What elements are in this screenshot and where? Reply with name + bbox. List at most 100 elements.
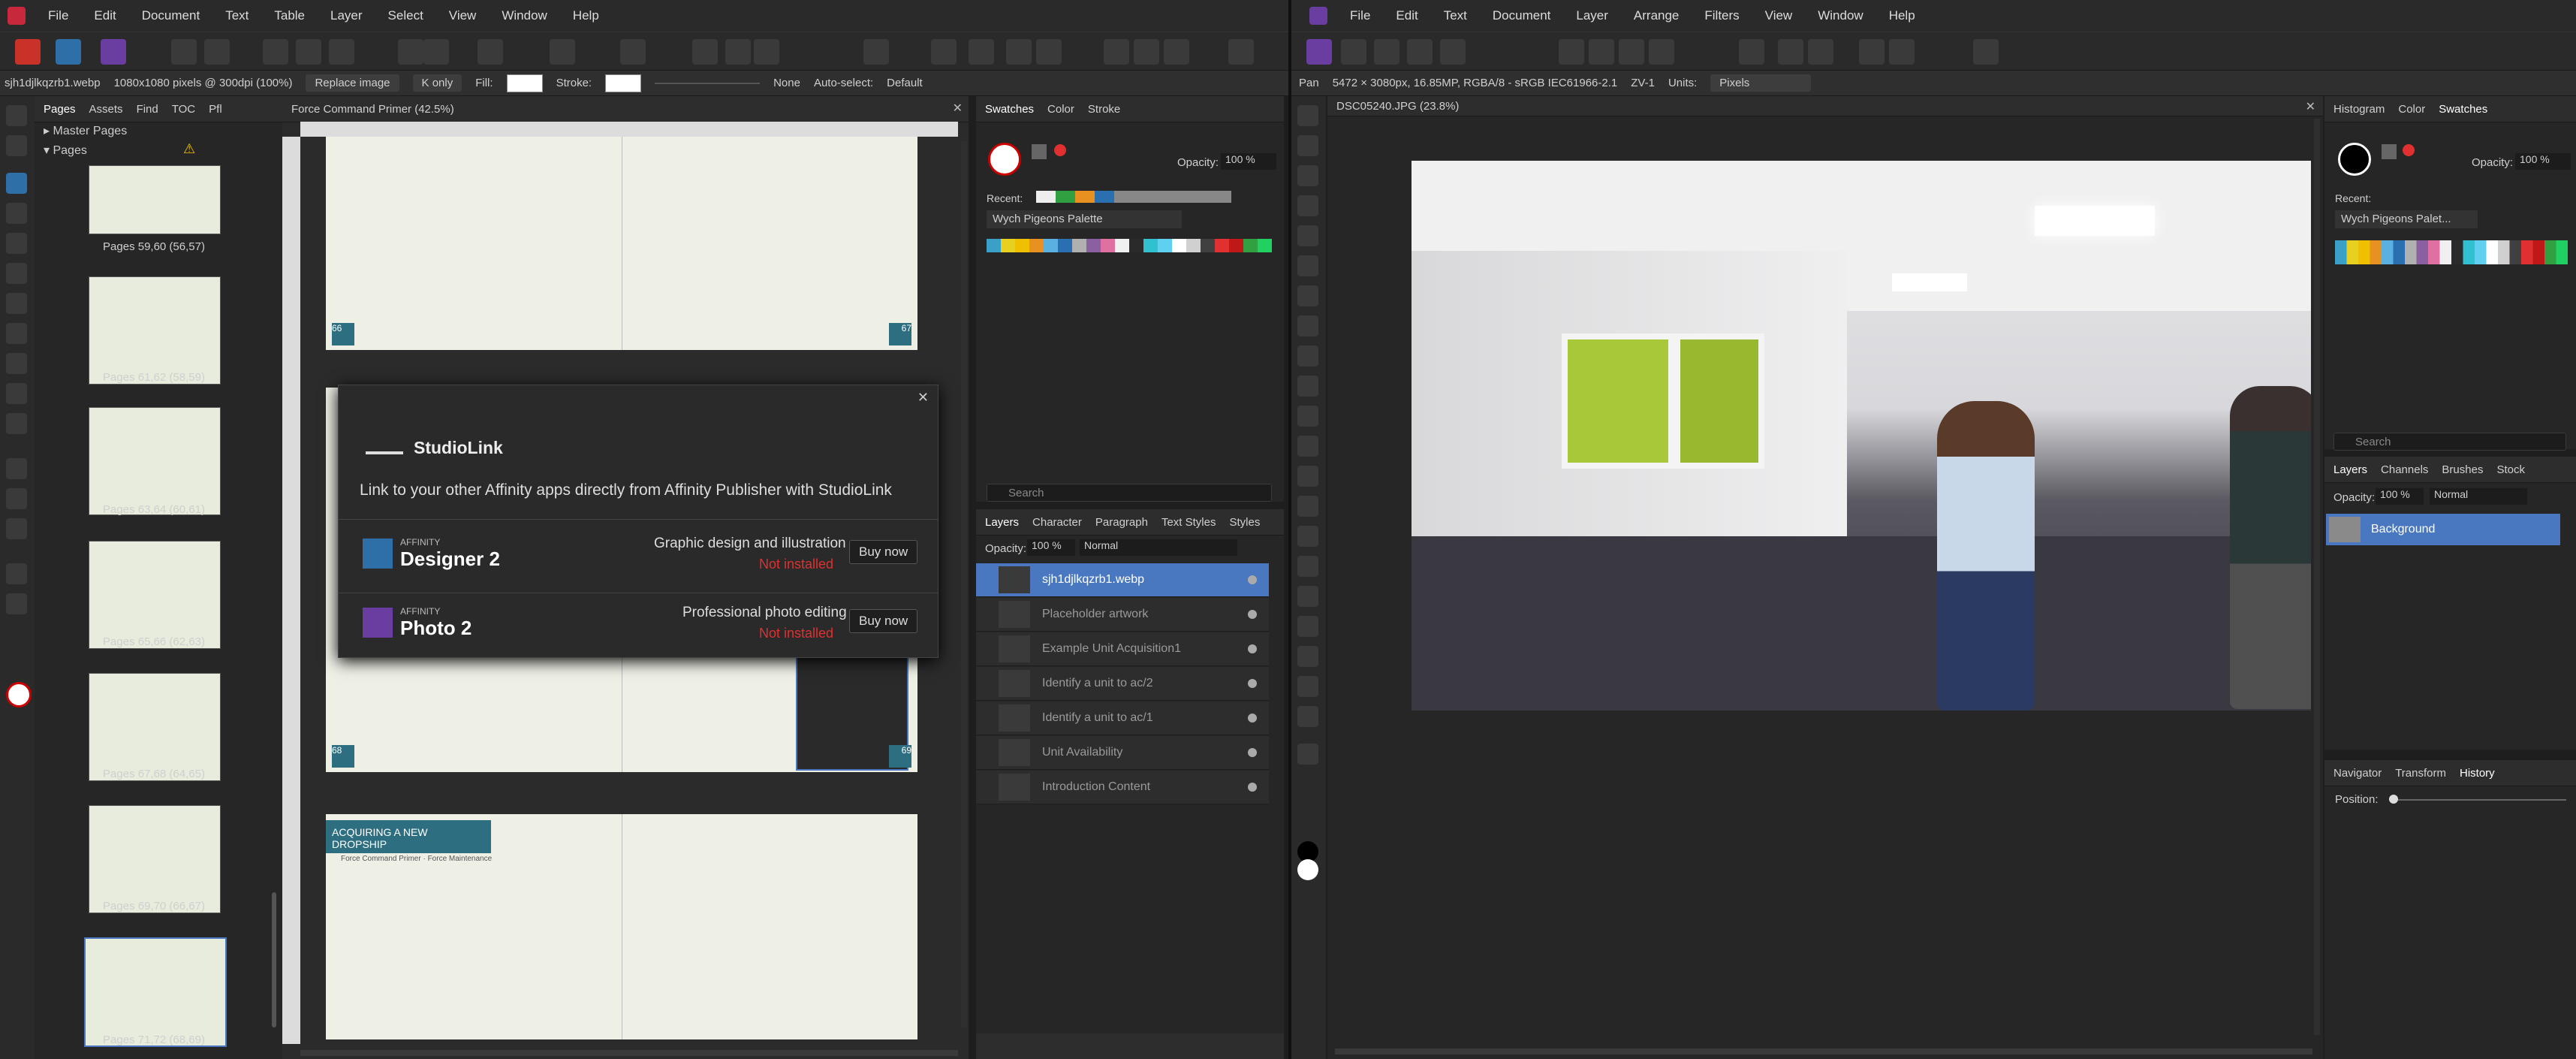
photo-persona-icon[interactable] bbox=[101, 39, 126, 65]
photo-document-close-icon[interactable]: ✕ bbox=[2306, 99, 2315, 114]
crop-tool-icon[interactable] bbox=[1297, 195, 1318, 216]
mesh-warp-tool-icon[interactable] bbox=[1297, 706, 1318, 727]
stroke-width-slider[interactable] bbox=[655, 82, 761, 84]
photo-hscrollbar[interactable] bbox=[1335, 1048, 2312, 1054]
inpainting-tool-icon[interactable] bbox=[1297, 556, 1318, 577]
tone-map-persona-icon[interactable] bbox=[1407, 39, 1433, 65]
publisher-persona-icon[interactable] bbox=[15, 39, 41, 65]
zoom-tool-icon[interactable] bbox=[6, 593, 27, 614]
settings-icon[interactable] bbox=[171, 39, 197, 65]
tab-transform[interactable]: Transform bbox=[2395, 767, 2446, 780]
spread-top[interactable]: 66 67 bbox=[326, 137, 917, 350]
layer-visibility-icon[interactable] bbox=[1248, 714, 1257, 723]
warning-icon[interactable]: ⚠ bbox=[183, 141, 195, 157]
pages-header[interactable]: ▾ Pages bbox=[44, 143, 87, 158]
quick-mask-icon[interactable] bbox=[1739, 39, 1764, 65]
text-tool-icon[interactable] bbox=[1297, 676, 1318, 697]
preflight-icon[interactable] bbox=[478, 39, 503, 65]
page-thumbnail[interactable] bbox=[89, 276, 221, 385]
palette-swatches[interactable] bbox=[2335, 240, 2568, 264]
secondary-color-icon[interactable] bbox=[1297, 859, 1318, 880]
document-hscrollbar[interactable] bbox=[300, 1050, 958, 1056]
pen-tool-icon[interactable] bbox=[1297, 616, 1318, 637]
palette-swatches[interactable] bbox=[987, 239, 1272, 252]
fill-swatch[interactable] bbox=[506, 74, 543, 92]
tab-toc[interactable]: TOC bbox=[172, 103, 195, 116]
blur-tool-icon[interactable] bbox=[1297, 526, 1318, 547]
tab-layers[interactable]: Layers bbox=[985, 516, 1019, 529]
boolean-int-icon[interactable] bbox=[754, 39, 779, 65]
snap2-icon[interactable] bbox=[423, 39, 449, 65]
menu-select[interactable]: Select bbox=[388, 8, 423, 23]
replace-image-button[interactable]: Replace image bbox=[306, 74, 399, 92]
recent-swatches[interactable] bbox=[1036, 191, 1231, 203]
designer-persona-icon[interactable] bbox=[56, 39, 81, 65]
eyedropper-icon[interactable] bbox=[1032, 144, 1047, 159]
layer-row[interactable]: Unit Availability bbox=[976, 736, 1269, 770]
tab-history[interactable]: History bbox=[2460, 767, 2495, 780]
page-thumbnail[interactable] bbox=[89, 541, 221, 649]
tab-stock[interactable]: Stock bbox=[2496, 463, 2525, 476]
page-thumbnail[interactable] bbox=[89, 805, 221, 913]
opacity-field[interactable]: 100 % bbox=[2515, 153, 2571, 170]
place-image-tool-icon[interactable] bbox=[6, 383, 27, 404]
menu-table[interactable]: Table bbox=[274, 8, 305, 23]
context-dims[interactable]: 1080x1080 pixels @ 300dpi (100%) bbox=[114, 77, 293, 89]
menu-text[interactable]: Text bbox=[1444, 8, 1467, 23]
boolean-add-icon[interactable] bbox=[692, 39, 718, 65]
rectangle-tool-icon[interactable] bbox=[6, 293, 27, 314]
artistic-text-tool-icon[interactable] bbox=[6, 233, 27, 254]
studiolink4-icon[interactable] bbox=[1228, 39, 1254, 65]
pages-scrollbar[interactable] bbox=[272, 892, 276, 1027]
color-replace-tool-icon[interactable] bbox=[1297, 406, 1318, 427]
photo-swatches-search-input[interactable]: Search bbox=[2333, 433, 2566, 451]
menu-edit[interactable]: Edit bbox=[1396, 8, 1418, 23]
auto-contrast-icon[interactable] bbox=[1589, 39, 1614, 65]
flood-select-tool-icon[interactable] bbox=[1297, 255, 1318, 276]
tab-assets[interactable]: Assets bbox=[89, 103, 123, 116]
pen-tool-icon[interactable] bbox=[6, 263, 27, 284]
tab-layers[interactable]: Layers bbox=[2333, 463, 2367, 476]
studiolink2-icon[interactable] bbox=[1134, 39, 1159, 65]
develop-persona-icon[interactable] bbox=[1374, 39, 1399, 65]
tab-swatches[interactable]: Swatches bbox=[985, 103, 1034, 116]
tab-color[interactable]: Color bbox=[1047, 103, 1074, 116]
marquee-tool-icon[interactable] bbox=[1297, 285, 1318, 306]
menu-view[interactable]: View bbox=[449, 8, 477, 23]
tab-preflight[interactable]: Pfl bbox=[209, 103, 222, 116]
designer-buy-button[interactable]: Buy now bbox=[849, 540, 918, 564]
photo-buy-button[interactable]: Buy now bbox=[849, 609, 918, 633]
menu-file[interactable]: File bbox=[1350, 8, 1370, 23]
liquify-persona-icon[interactable] bbox=[1341, 39, 1366, 65]
clone-tool-icon[interactable] bbox=[1297, 496, 1318, 517]
menu-file[interactable]: File bbox=[48, 8, 68, 23]
arrange2-icon[interactable] bbox=[1036, 39, 1062, 65]
layer-visibility-icon[interactable] bbox=[1248, 575, 1257, 584]
tab-histogram[interactable]: Histogram bbox=[2333, 103, 2385, 116]
flip-h-icon[interactable] bbox=[931, 39, 957, 65]
layer-visibility-icon[interactable] bbox=[1248, 783, 1257, 792]
units-dropdown[interactable]: Pixels bbox=[1710, 74, 1812, 92]
menu-window[interactable]: Window bbox=[1818, 8, 1863, 23]
text-frame-icon[interactable] bbox=[550, 39, 575, 65]
layer-row-selected[interactable]: sjh1djlkqzrb1.webp bbox=[976, 563, 1269, 597]
layer-opacity-field[interactable]: 100 % bbox=[1027, 539, 1075, 556]
layer-visibility-icon[interactable] bbox=[1248, 748, 1257, 757]
history-position-slider[interactable] bbox=[2389, 799, 2566, 801]
menu-document[interactable]: Document bbox=[142, 8, 200, 23]
blend-mode-dropdown[interactable]: Normal bbox=[1080, 539, 1237, 556]
hand-tool-icon[interactable] bbox=[6, 563, 27, 584]
color-picker-tool-icon[interactable] bbox=[6, 518, 27, 539]
pen-color-icon[interactable] bbox=[620, 39, 646, 65]
swatches-search-input[interactable]: Search bbox=[987, 484, 1272, 502]
tab-paragraph[interactable]: Paragraph bbox=[1095, 516, 1148, 529]
blend-mode-dropdown[interactable]: Normal bbox=[2430, 488, 2527, 505]
tab-color[interactable]: Color bbox=[2398, 103, 2425, 116]
page-thumbnail[interactable] bbox=[89, 673, 221, 781]
tab-brushes[interactable]: Brushes bbox=[2442, 463, 2483, 476]
vector-crop-tool-icon[interactable] bbox=[6, 413, 27, 434]
layer-row[interactable]: Placeholder artwork bbox=[976, 598, 1269, 632]
palette-dropdown[interactable]: Wych Pigeons Palette bbox=[987, 210, 1182, 228]
layer-visibility-icon[interactable] bbox=[1248, 679, 1257, 688]
settings2-icon[interactable] bbox=[204, 39, 230, 65]
